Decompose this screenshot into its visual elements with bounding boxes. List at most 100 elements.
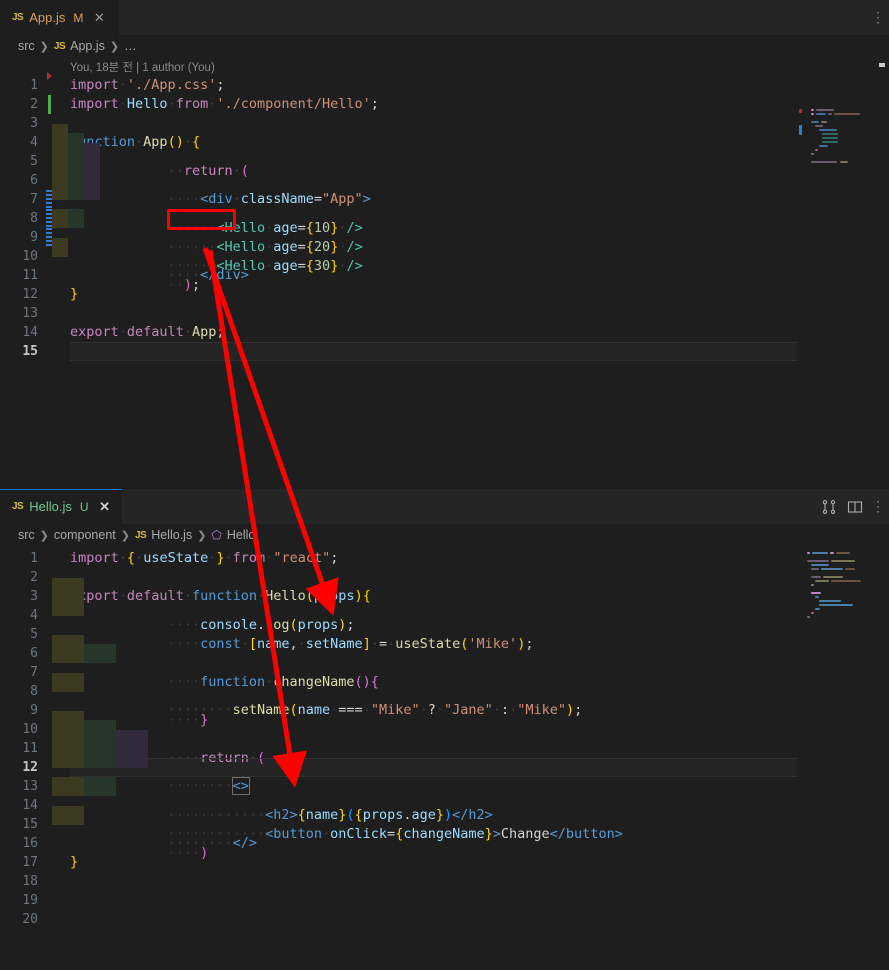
breadcrumb-item-symbol[interactable]: Hello xyxy=(227,528,256,542)
breadcrumb-item-src[interactable]: src xyxy=(18,39,35,53)
line-number: 8 xyxy=(30,684,38,699)
code-editor-hello[interactable]: 1 import·{·useState·}·from·"react"; 2 3 … xyxy=(0,546,889,970)
js-file-icon: JS xyxy=(12,12,24,23)
source-control-compare-icon[interactable] xyxy=(821,499,837,515)
minimap-app[interactable] xyxy=(797,57,875,489)
line-number: 11 xyxy=(22,268,38,283)
code-line[interactable]: 20 xyxy=(0,910,889,929)
code-lines-app: 1 import·'./App.css'; 2 import·Hello·fro… xyxy=(0,72,889,361)
line-number: 7 xyxy=(30,665,38,680)
line-number: 13 xyxy=(22,779,38,794)
tabbar-group-2: JS Hello.js U ✕ ⋮ xyxy=(0,489,889,524)
diff-added-marker xyxy=(48,95,51,114)
chevron-right-icon: ❯ xyxy=(39,529,49,542)
code-line[interactable]: 19 xyxy=(0,891,889,910)
line-number: 12 xyxy=(22,287,38,302)
code-line[interactable]: 16 ····) xyxy=(0,805,889,861)
line-number: 16 xyxy=(22,836,38,851)
code-line[interactable]: 12 } xyxy=(0,285,889,304)
js-file-icon: JS xyxy=(134,529,147,541)
code-line[interactable]: 1 import·'./App.css'; xyxy=(0,72,889,95)
tab-label: Hello.js xyxy=(29,499,72,514)
line-number: 12 xyxy=(22,760,38,775)
editor-actions xyxy=(821,489,871,524)
overview-mark xyxy=(879,63,885,67)
line-number: 5 xyxy=(30,154,38,169)
line-number: 10 xyxy=(22,249,38,264)
tab-app-js[interactable]: JS App.js M ✕ xyxy=(0,0,120,35)
scrollbar-overview-ruler[interactable] xyxy=(875,546,889,970)
line-number: 14 xyxy=(22,325,38,340)
breadcrumb-item-file[interactable]: Hello.js xyxy=(151,528,192,542)
line-number: 6 xyxy=(30,646,38,661)
tab-label: App.js xyxy=(29,10,66,25)
tab-dirty-badge: M xyxy=(73,10,84,25)
minimap-hello[interactable] xyxy=(797,546,875,970)
code-line[interactable]: 17 } xyxy=(0,853,889,872)
line-number: 13 xyxy=(22,306,38,321)
line-number: 19 xyxy=(22,893,38,908)
line-number: 3 xyxy=(30,116,38,131)
line-number: 1 xyxy=(30,551,38,566)
line-content: export·default·App; xyxy=(70,324,225,340)
breadcrumb-app: src ❯ JS App.js ❯ … xyxy=(0,35,889,57)
tabbar-more-icon[interactable]: ⋮ xyxy=(871,0,889,35)
line-content: import·Hello·from·'./component/Hello'; xyxy=(70,96,379,112)
code-line[interactable]: 18 xyxy=(0,872,889,891)
breadcrumb-item-src[interactable]: src xyxy=(18,528,35,542)
more-actions-icon[interactable]: ⋮ xyxy=(871,489,889,524)
line-number: 8 xyxy=(0,209,52,228)
line-number: 18 xyxy=(22,874,38,889)
line-number: 9 xyxy=(30,703,38,718)
breadcrumb-hello: src ❯ component ❯ JS Hello.js ❯ ⬠ Hello xyxy=(0,524,889,546)
code-line[interactable]: 14 export·default·App; xyxy=(0,323,889,342)
chevron-right-icon: ❯ xyxy=(120,529,130,542)
line-number: 14 xyxy=(22,798,38,813)
line-number: 6 xyxy=(30,173,38,188)
line-number: 4 xyxy=(30,608,38,623)
line-number: 10 xyxy=(22,722,38,737)
code-line[interactable]: 2 import·Hello·from·'./component/Hello'; xyxy=(0,95,889,114)
chevron-right-icon: ❯ xyxy=(39,40,49,53)
split-editor-icon[interactable] xyxy=(847,499,863,515)
line-number: 2 xyxy=(30,570,38,585)
close-icon[interactable]: ✕ xyxy=(92,10,106,26)
tab-untracked-badge: U xyxy=(79,499,89,514)
tabbar-group-1: JS App.js M ✕ ⋮ xyxy=(0,0,889,35)
code-editor-app[interactable]: You, 18분 전 | 1 author (You) 1 import·'./… xyxy=(0,57,889,489)
code-line[interactable]: 13 xyxy=(0,304,889,323)
close-icon[interactable]: ✕ xyxy=(98,499,112,515)
code-line[interactable]: 1 import·{·useState·}·from·"react"; xyxy=(0,549,889,568)
tab-hello-js[interactable]: JS Hello.js U ✕ xyxy=(0,489,123,524)
code-lines-hello: 1 import·{·useState·}·from·"react"; 2 3 … xyxy=(0,549,889,929)
line-number: 3 xyxy=(30,589,38,604)
line-number: 11 xyxy=(22,741,38,756)
line-content: import·'./App.css'; xyxy=(70,77,225,93)
line-content: import·{·useState·}·from·"react"; xyxy=(70,550,339,566)
tabbar-empty-space xyxy=(120,0,871,35)
line-number: 2 xyxy=(0,95,52,114)
scrollbar-overview-ruler[interactable] xyxy=(875,57,889,489)
line-content: } xyxy=(70,854,79,870)
line-content: } xyxy=(70,286,79,302)
editor-group-app: JS App.js M ✕ ⋮ src ❯ JS App.js ❯ … You,… xyxy=(0,0,889,489)
js-file-icon: JS xyxy=(53,40,66,52)
vscode-workbench: JS App.js M ✕ ⋮ src ❯ JS App.js ❯ … You,… xyxy=(0,0,889,970)
git-blame-annotation: You, 18분 전 | 1 author (You) xyxy=(70,62,215,74)
breadcrumb-item-more[interactable]: … xyxy=(124,39,137,53)
line-number: 20 xyxy=(22,912,38,927)
line-number: 15 xyxy=(22,817,38,832)
line-number: 9 xyxy=(0,228,52,247)
js-file-icon: JS xyxy=(12,501,24,512)
line-number: 4 xyxy=(30,135,38,150)
symbol-cube-icon: ⬠ xyxy=(211,528,222,542)
code-line-active[interactable]: 15 xyxy=(0,342,889,361)
chevron-right-icon: ❯ xyxy=(109,40,120,53)
breadcrumb-item-file[interactable]: App.js xyxy=(70,39,105,53)
tabbar-empty-space xyxy=(122,489,821,524)
line-number: 1 xyxy=(0,72,52,95)
code-line[interactable]: 11 ··); xyxy=(0,237,889,293)
breadcrumb-item-component[interactable]: component xyxy=(54,528,116,542)
line-number: 7 xyxy=(0,190,52,209)
line-number: 15 xyxy=(22,344,38,359)
